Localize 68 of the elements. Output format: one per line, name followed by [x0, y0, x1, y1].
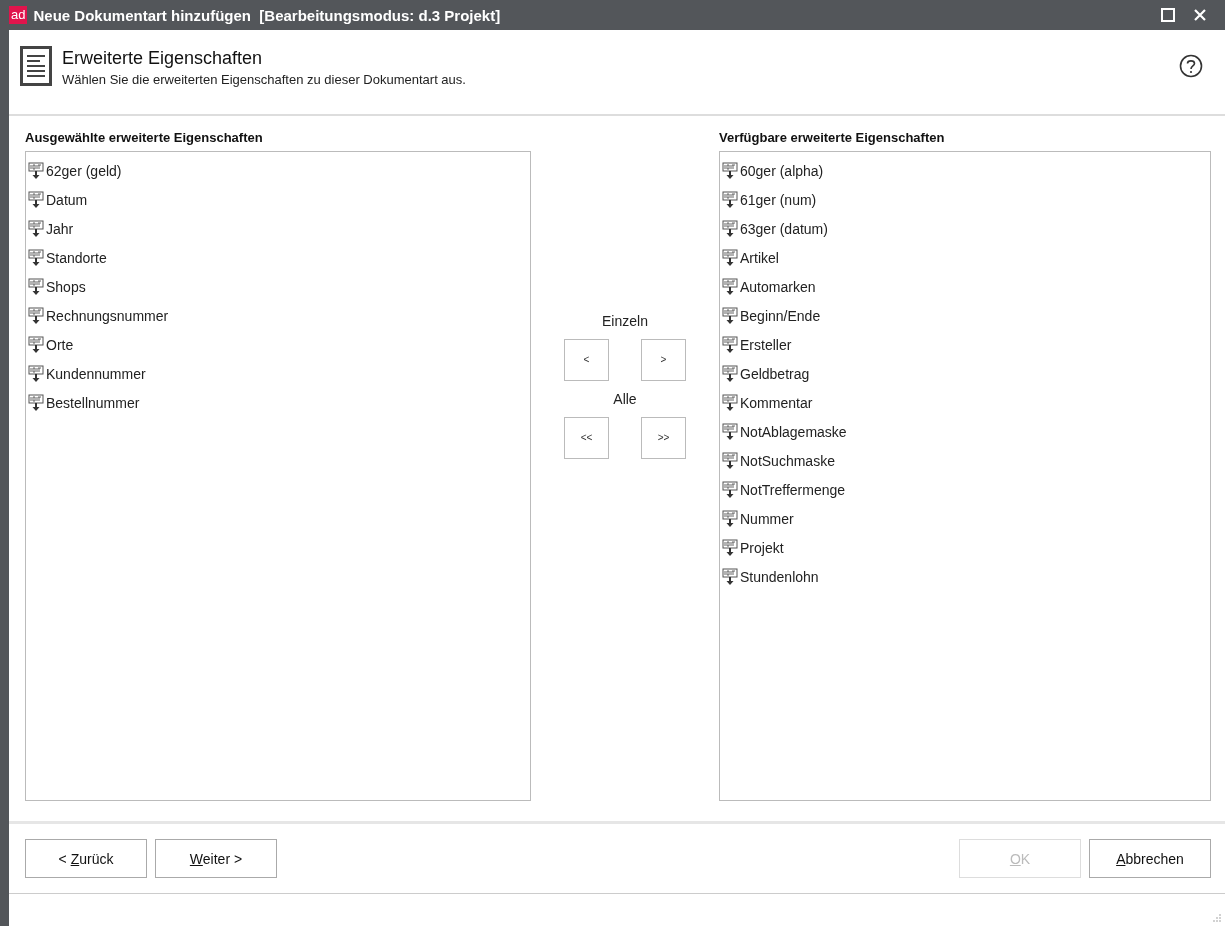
property-icon: [722, 364, 738, 383]
dialog-button[interactable]: Abbrechen: [1089, 839, 1211, 878]
list-item[interactable]: Standorte: [46, 249, 107, 266]
list-item[interactable]: Artikel: [740, 249, 779, 266]
list-item[interactable]: Shops: [46, 278, 86, 295]
property-icon: [28, 364, 44, 383]
list-title: Verfügbare erweiterte Eigenschaften: [719, 130, 946, 145]
property-icon: [722, 509, 738, 528]
list-item[interactable]: NotAblagemaske: [740, 423, 847, 440]
list-item[interactable]: Automarken: [740, 278, 816, 295]
list-item[interactable]: Kommentar: [740, 394, 813, 411]
list-item[interactable]: Datum: [46, 191, 88, 208]
list-item[interactable]: Stundenlohn: [740, 568, 819, 585]
list-item[interactable]: Nummer: [740, 510, 794, 527]
maximize-icon[interactable]: [1161, 8, 1175, 22]
list-item[interactable]: Projekt: [740, 539, 784, 556]
list-item[interactable]: NotTreffermenge: [740, 481, 846, 498]
list-item[interactable]: Kundennummer: [46, 365, 146, 382]
property-icon: [28, 219, 44, 238]
list-title: Ausgewählte erweiterte Eigenschaften: [25, 130, 264, 145]
list-item[interactable]: Geldbetrag: [740, 365, 810, 382]
window-title: Neue Dokumentart hinzufügen [Bearbeitungsmodus: d.3 Projekt]: [33, 6, 501, 24]
close-icon[interactable]: [1193, 8, 1207, 22]
help-icon[interactable]: [1179, 54, 1203, 78]
nav-button[interactable]: Weiter >: [155, 839, 277, 878]
list-item[interactable]: Rechnungsnummer: [46, 307, 169, 324]
list-item[interactable]: NotSuchmaske: [740, 452, 835, 469]
list-item[interactable]: 61ger (num): [740, 191, 817, 208]
property-icon: [28, 161, 44, 180]
nav-button[interactable]: < Zurück: [25, 839, 147, 878]
property-icon: [722, 393, 738, 412]
list-item[interactable]: 62ger (geld): [46, 162, 122, 179]
page-title: Erweiterte Eigenschaften: [62, 48, 264, 69]
property-icon: [722, 161, 738, 180]
list-item[interactable]: 60ger (alpha): [740, 162, 824, 179]
property-icon: [722, 335, 738, 354]
list-item[interactable]: Beginn/Ende: [740, 307, 821, 324]
list-item[interactable]: Orte: [46, 336, 74, 353]
property-icon: [28, 277, 44, 296]
property-icon: [28, 393, 44, 412]
list-item[interactable]: Bestellnummer: [46, 394, 140, 411]
property-icon: [722, 567, 738, 586]
document-icon: [20, 46, 52, 86]
property-icon: [722, 248, 738, 267]
list-item[interactable]: Jahr: [46, 220, 74, 237]
property-icon: [722, 190, 738, 209]
property-icon: [722, 451, 738, 470]
property-icon: [722, 422, 738, 441]
move-button[interactable]: <: [564, 338, 609, 381]
property-icon: [722, 277, 738, 296]
resize-grip-icon[interactable]: [1213, 914, 1221, 922]
list-item[interactable]: 63ger (datum): [740, 220, 828, 237]
app-logo: ad: [9, 6, 28, 24]
property-icon: [28, 306, 44, 325]
property-icon: [722, 480, 738, 499]
list-item[interactable]: Ersteller: [740, 336, 792, 353]
property-icon: [28, 335, 44, 354]
move-all-button[interactable]: <<: [564, 416, 609, 459]
property-icon: [28, 190, 44, 209]
page-subtitle: Wählen Sie die erweiterten Eigenschaften zu dieser Dokumentart aus.: [62, 72, 467, 87]
property-icon: [722, 219, 738, 238]
property-icon: [722, 306, 738, 325]
property-icon: [28, 248, 44, 267]
move-all-button[interactable]: >>: [641, 416, 686, 459]
move-button[interactable]: >: [641, 338, 686, 381]
group-label: Einzeln: [602, 312, 648, 329]
property-icon: [722, 538, 738, 557]
group-label: Alle: [613, 390, 637, 407]
